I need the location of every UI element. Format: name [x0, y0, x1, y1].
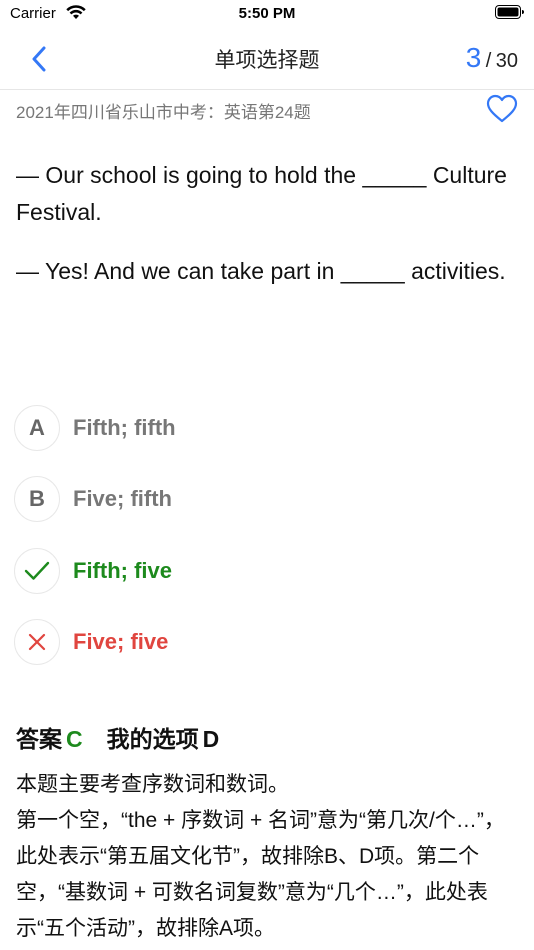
progress-total: 30 — [495, 50, 518, 72]
option-b-key: B — [14, 476, 60, 522]
explanation-paragraph-1: 本题主要考查序数词和数词。 — [16, 773, 289, 796]
battery-icon — [495, 5, 525, 25]
option-b[interactable]: B Five; fifth — [14, 475, 514, 523]
progress-separator: / — [485, 50, 492, 72]
status-bar: Carrier 5:50 PM — [0, 0, 534, 28]
cross-icon — [28, 633, 46, 651]
status-time: 5:50 PM — [238, 5, 296, 22]
question-progress: 3 / 30 — [466, 42, 518, 74]
navigation-bar: 单项选择题 3 / 30 — [0, 28, 534, 90]
answer-letter: C — [66, 726, 83, 752]
heart-icon — [486, 94, 518, 123]
answer-summary: 答案 C 我的选项 D — [16, 720, 219, 754]
option-a[interactable]: A Fifth; fifth — [14, 404, 514, 452]
my-choice-label: 我的选项 — [106, 726, 199, 752]
option-c[interactable]: Fifth; five — [14, 547, 514, 595]
option-c-text: Fifth; five — [73, 558, 172, 583]
option-d[interactable]: Five; five — [14, 618, 514, 666]
question-source: 2021年四川省乐山市中考：英语第24题 — [16, 103, 311, 122]
page-title: 单项选择题 — [214, 49, 320, 72]
option-d-marker — [14, 619, 60, 665]
question-line-1: — Our school is going to hold the _____ … — [16, 162, 507, 225]
checkmark-icon — [24, 561, 50, 580]
option-a-key: A — [14, 405, 60, 451]
my-choice-letter: D — [202, 726, 220, 752]
question-text: — Our school is going to hold the _____ … — [16, 157, 516, 312]
option-d-text: Five; five — [73, 629, 169, 654]
favorite-button[interactable] — [486, 94, 518, 129]
explanation: 本题主要考查序数词和数词。 第一个空，“the + 序数词 + 名词”意为“第几… — [16, 767, 521, 947]
option-b-text: Five; fifth — [73, 486, 172, 511]
answer-label: 答案 — [16, 726, 62, 752]
explanation-paragraph-2: 第一个空，“the + 序数词 + 名词”意为“第几次/个…”，此处表示“第五届… — [16, 809, 505, 940]
option-c-marker — [14, 548, 60, 594]
question-line-2: — Yes! And we can take part in _____ act… — [16, 258, 506, 284]
progress-current: 3 — [465, 42, 482, 73]
option-a-text: Fifth; fifth — [73, 415, 176, 440]
